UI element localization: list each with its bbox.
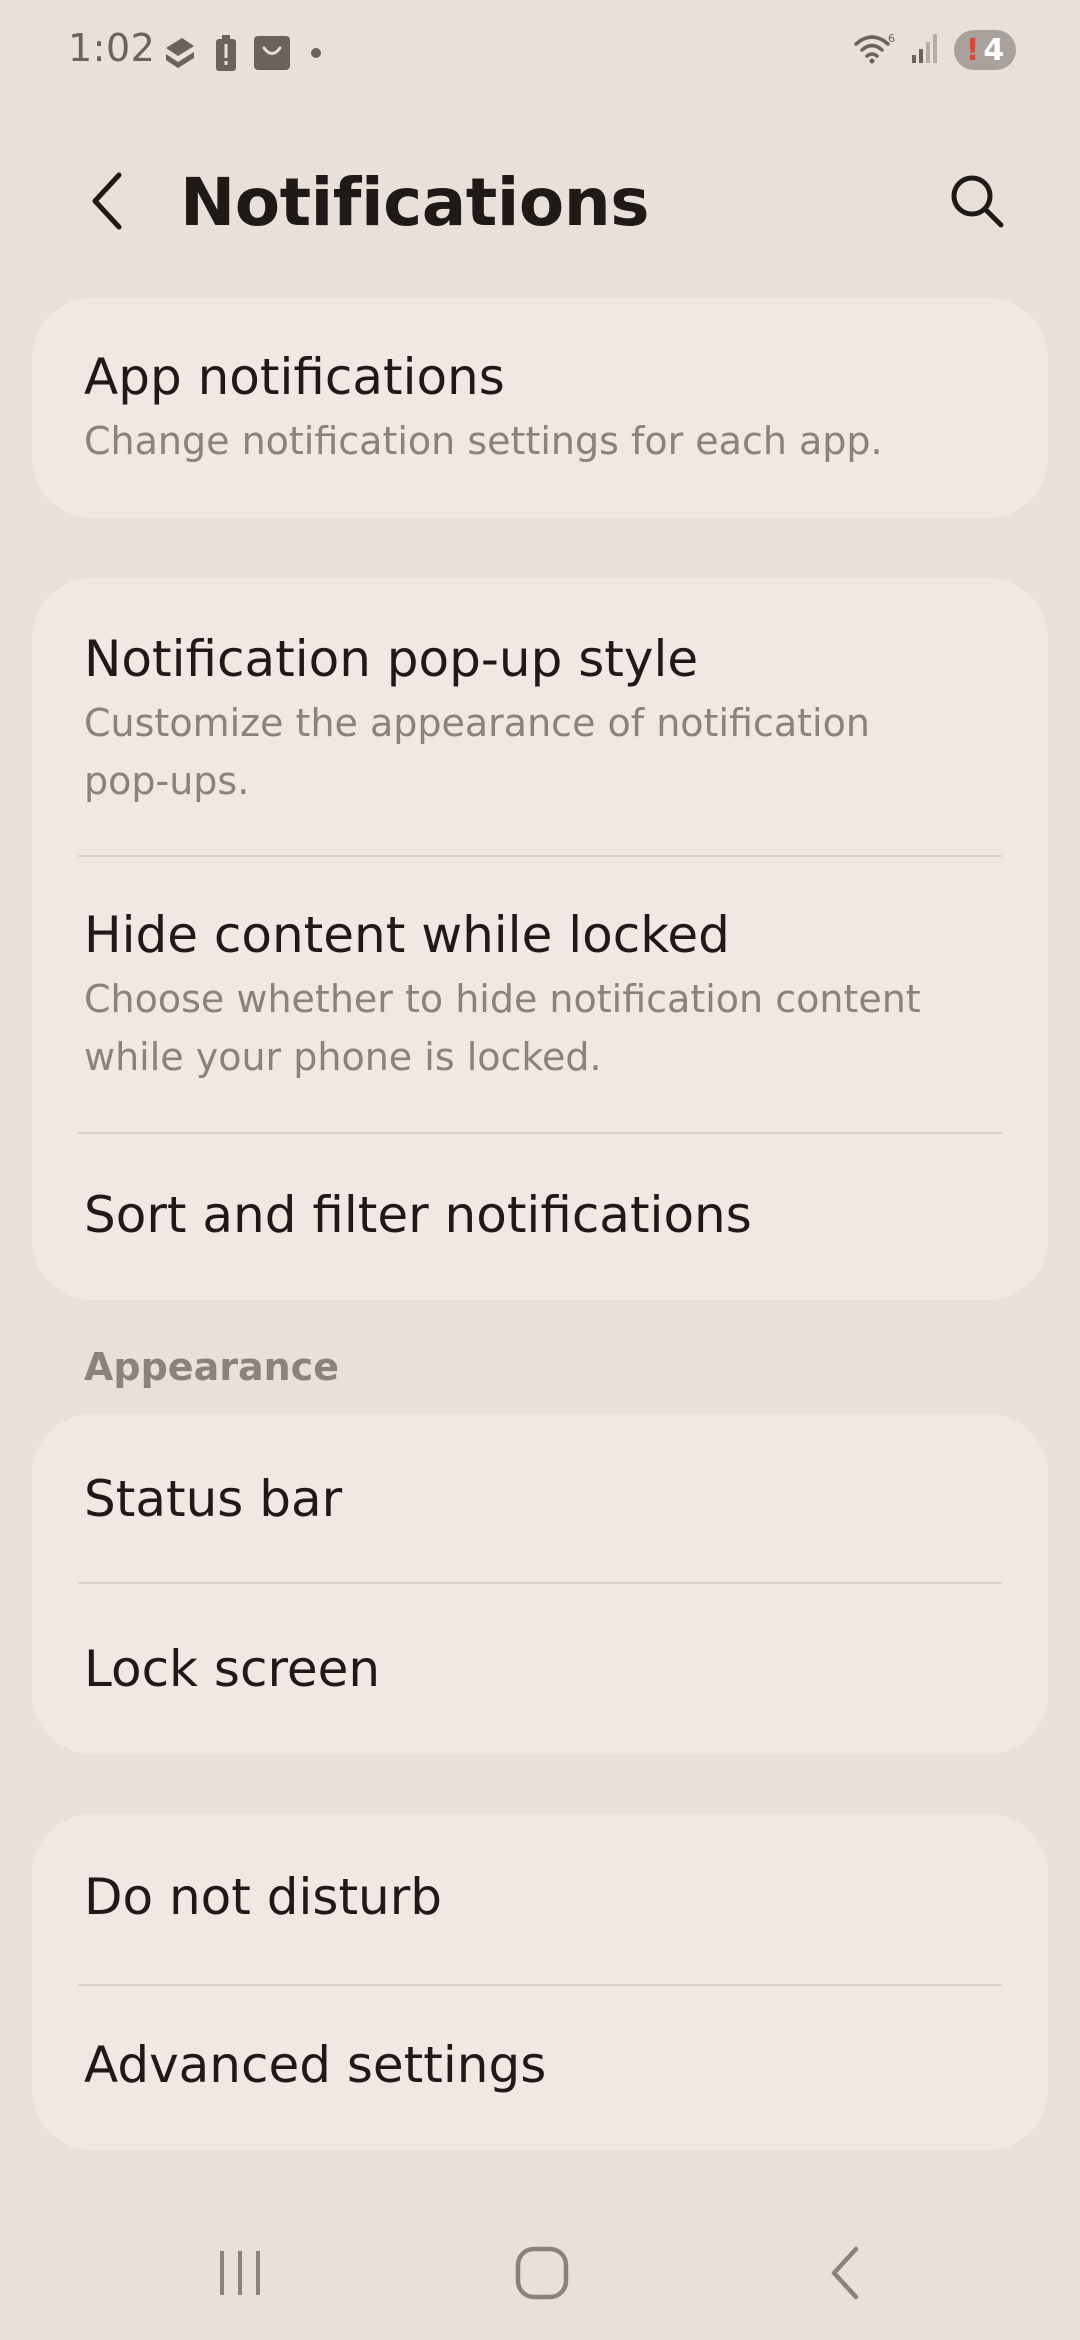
advanced-settings-title: Advanced settings: [84, 2036, 547, 2094]
app-notifications-subtitle: Change notification settings for each ap…: [84, 419, 883, 463]
status-bar-title: Status bar: [84, 1470, 343, 1528]
battery-alert-icon: [214, 34, 238, 76]
more-settings-card: Do not disturb Advanced settings: [32, 1814, 1048, 2150]
do-not-disturb-item[interactable]: Do not disturb: [32, 1868, 1048, 1926]
popup-style-title: Notification pop-up style: [84, 630, 699, 688]
divider: [78, 1582, 1002, 1584]
page-title: Notifications: [180, 164, 650, 241]
app-notifications-card: App notifications Change notification se…: [32, 298, 1048, 518]
appearance-card: Status bar Lock screen: [32, 1414, 1048, 1754]
hide-content-item[interactable]: Hide content while locked Choose whether…: [32, 906, 1048, 1086]
authenticator-icon: [160, 34, 200, 76]
status-time: 1:02: [68, 26, 156, 70]
svg-text:6: 6: [888, 32, 895, 45]
popup-style-item[interactable]: Notification pop-up style Customize the …: [32, 630, 1048, 810]
divider: [78, 1132, 1002, 1134]
popup-style-subtitle-line2: pop-ups.: [84, 759, 250, 803]
dot-icon: [306, 43, 326, 67]
battery-warning-mark: !: [965, 32, 980, 68]
recents-button[interactable]: [200, 2240, 280, 2310]
home-icon: [514, 2245, 570, 2305]
popup-style-subtitle-line1: Customize the appearance of notification: [84, 701, 870, 745]
status-bar: 1:02 6 ! 4: [0, 0, 1080, 104]
hide-content-subtitle-line1: Choose whether to hide notification cont…: [84, 977, 921, 1021]
status-icons-right: 6 ! 4: [852, 30, 1016, 70]
hide-content-subtitle-line2: while your phone is locked.: [84, 1035, 602, 1079]
home-button[interactable]: [502, 2240, 582, 2310]
wifi-icon: 6: [852, 30, 896, 70]
nav-back-button[interactable]: [806, 2240, 886, 2310]
advanced-settings-item[interactable]: Advanced settings: [32, 2036, 1048, 2094]
divider: [78, 1984, 1002, 1986]
sort-filter-item[interactable]: Sort and filter notifications: [32, 1186, 1048, 1244]
back-icon: [826, 2245, 866, 2305]
recents-icon: [215, 2248, 265, 2302]
app-notifications-item[interactable]: App notifications Change notification se…: [32, 298, 1048, 470]
battery-level: 4: [983, 32, 1005, 68]
status-bar-item[interactable]: Status bar: [32, 1470, 1048, 1528]
notification-options-card: Notification pop-up style Customize the …: [32, 578, 1048, 1300]
lock-screen-title: Lock screen: [84, 1640, 381, 1698]
battery-indicator: ! 4: [954, 30, 1016, 70]
search-icon: [947, 171, 1007, 235]
search-button[interactable]: [942, 168, 1012, 238]
do-not-disturb-title: Do not disturb: [84, 1868, 443, 1926]
lock-screen-item[interactable]: Lock screen: [32, 1640, 1048, 1698]
appearance-section-header: Appearance: [84, 1345, 339, 1389]
signal-icon: [910, 31, 940, 69]
app-notifications-title: App notifications: [84, 348, 505, 406]
back-button[interactable]: [72, 168, 142, 238]
hide-content-title: Hide content while locked: [84, 906, 730, 964]
back-arrow-icon: [87, 171, 127, 235]
status-icons-left: [160, 33, 326, 77]
sort-filter-title: Sort and filter notifications: [84, 1186, 752, 1244]
header: Notifications: [0, 150, 1080, 260]
shopping-bag-icon: [252, 33, 292, 77]
divider: [78, 855, 1002, 857]
navigation-bar: [0, 2220, 1080, 2320]
